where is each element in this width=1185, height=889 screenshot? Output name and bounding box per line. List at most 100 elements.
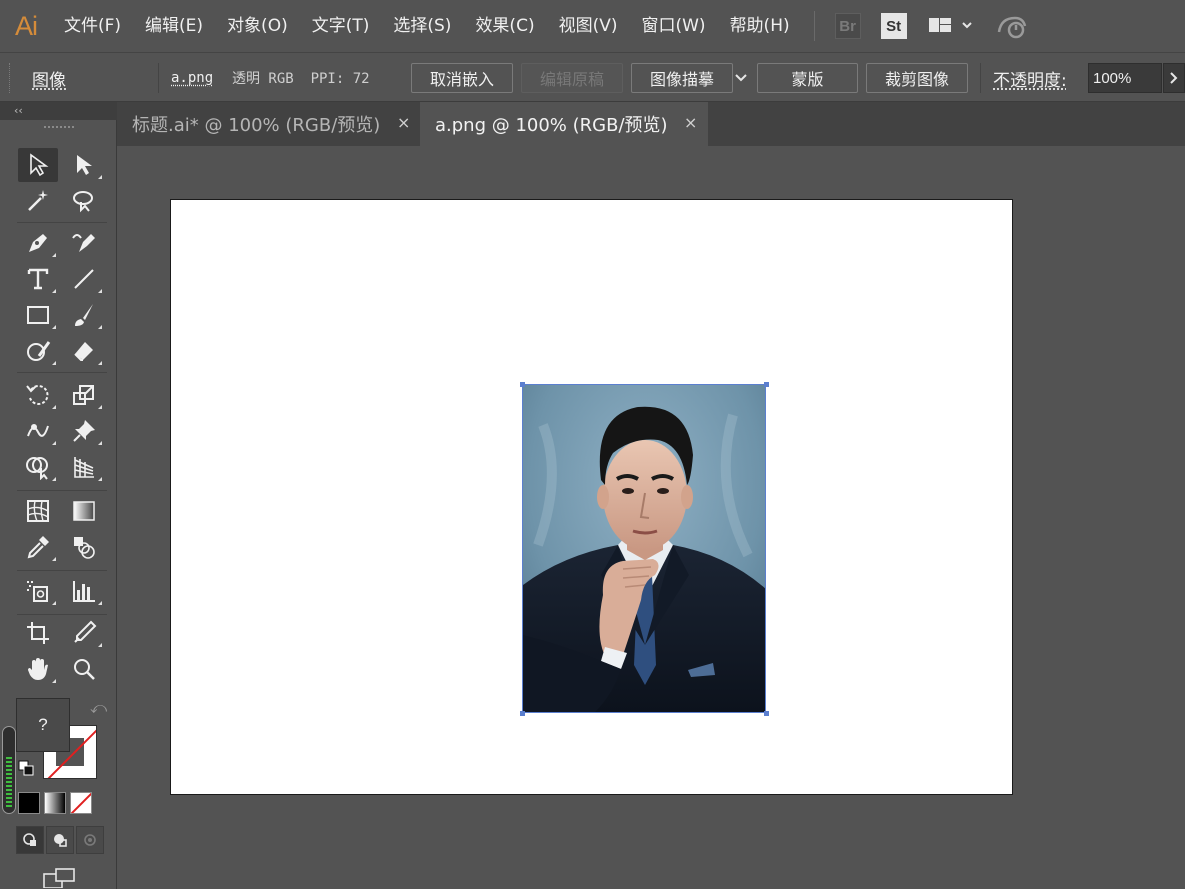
menu-effect[interactable]: 效果(C): [463, 0, 546, 52]
lasso-tool[interactable]: [64, 184, 104, 218]
eyedropper-tool[interactable]: [18, 530, 58, 564]
selection-tool[interactable]: [18, 148, 58, 182]
magic-wand-tool[interactable]: [18, 184, 58, 218]
crop-image-button[interactable]: 裁剪图像: [866, 63, 968, 93]
rotate-tool[interactable]: [18, 378, 58, 412]
drawing-modes: [16, 826, 104, 854]
control-divider: [158, 63, 159, 93]
pushpin-icon: [73, 420, 95, 442]
collapse-icon[interactable]: ‹‹: [14, 104, 23, 117]
perspective-grid-icon: [74, 457, 94, 478]
warp-tool[interactable]: [18, 414, 58, 448]
file-name-link[interactable]: a.png: [171, 53, 213, 103]
sync-icon[interactable]: [995, 13, 1029, 39]
eyedropper-icon: [27, 536, 49, 559]
workspace-layout-icon[interactable]: [927, 13, 975, 39]
zoom-tool[interactable]: [64, 652, 104, 686]
direct-selection-tool[interactable]: [64, 148, 104, 182]
gradient-mode-button[interactable]: [44, 792, 66, 814]
control-bar: 图像 a.png 透明 RGB PPI: 72 取消嵌入 编辑原稿 图像描摹 蒙…: [0, 52, 1185, 102]
menu-file[interactable]: 文件(F): [52, 0, 133, 52]
shaper-tool[interactable]: [18, 334, 58, 368]
menu-window[interactable]: 窗口(W): [629, 0, 717, 52]
puppet-warp-tool[interactable]: [64, 414, 104, 448]
mesh-tool[interactable]: [18, 494, 58, 528]
perspective-grid-tool[interactable]: [64, 450, 104, 484]
column-graph-tool[interactable]: [64, 574, 104, 608]
type-tool[interactable]: [18, 262, 58, 296]
artboard[interactable]: [170, 199, 1013, 795]
image-trace-button[interactable]: 图像描摹: [631, 63, 733, 93]
menu-view[interactable]: 视图(V): [547, 0, 630, 52]
selection-handle[interactable]: [520, 382, 525, 387]
tab-label: a.png @ 100% (RGB/预览): [435, 115, 668, 136]
unembed-button[interactable]: 取消嵌入: [411, 63, 513, 93]
fill-stroke-widget: ? ⤺: [16, 698, 107, 788]
color-mode-button[interactable]: [18, 792, 40, 814]
draw-normal-button[interactable]: [16, 826, 44, 854]
close-icon[interactable]: ×: [684, 113, 697, 132]
symbol-sprayer-tool[interactable]: [18, 574, 58, 608]
gradient-tool[interactable]: [64, 494, 104, 528]
line-segment-tool[interactable]: [64, 262, 104, 296]
curvature-tool[interactable]: [64, 226, 104, 260]
slice-tool[interactable]: [64, 616, 104, 650]
draw-behind-button[interactable]: [46, 826, 74, 854]
eraser-icon: [74, 342, 93, 361]
slice-knife-icon: [74, 620, 97, 643]
mask-button[interactable]: 蒙版: [757, 63, 858, 93]
canvas-workspace[interactable]: [117, 146, 1185, 889]
menu-items: 文件(F) 编辑(E) 对象(O) 文字(T) 选择(S) 效果(C) 视图(V…: [52, 0, 802, 52]
control-bar-grip[interactable]: [9, 63, 12, 93]
scale-tool[interactable]: [64, 378, 104, 412]
lasso-icon: [73, 191, 93, 213]
paintbrush-tool[interactable]: [64, 298, 104, 332]
menu-help[interactable]: 帮助(H): [718, 0, 802, 52]
object-type-label[interactable]: 图像: [32, 53, 66, 103]
menu-type[interactable]: 文字(T): [300, 0, 382, 52]
image-trace-dropdown[interactable]: [733, 53, 749, 103]
tab-title-ai[interactable]: 标题.ai* @ 100% (RGB/预览) ×: [117, 102, 420, 146]
rectangle-tool[interactable]: [18, 298, 58, 332]
default-fill-stroke-icon[interactable]: [18, 760, 34, 776]
tools-panel-grip[interactable]: [44, 126, 74, 130]
tab-a-png[interactable]: a.png @ 100% (RGB/预览) ×: [420, 102, 708, 146]
image-info: 透明 RGB PPI: 72: [232, 71, 370, 87]
blend-icon: [74, 537, 95, 559]
opacity-expand-button[interactable]: [1163, 63, 1185, 93]
none-mode-button[interactable]: [70, 792, 92, 814]
swap-fill-stroke-icon[interactable]: ⤺: [90, 698, 107, 718]
selection-handle[interactable]: [764, 711, 769, 716]
portrait-photo: [523, 385, 765, 712]
draw-behind-icon: [54, 834, 67, 847]
hand-tool[interactable]: [18, 652, 58, 686]
tab-label: 标题.ai* @ 100% (RGB/预览): [132, 115, 381, 136]
bridge-icon[interactable]: Br: [834, 13, 861, 39]
opacity-input[interactable]: 100%: [1088, 63, 1162, 93]
screen-mode-icon[interactable]: [42, 868, 78, 888]
rotate-icon: [26, 385, 49, 405]
draw-inside-button[interactable]: [76, 826, 104, 854]
mesh-icon: [27, 500, 49, 522]
fill-swatch[interactable]: ?: [16, 698, 70, 752]
artboard-tool[interactable]: [18, 616, 58, 650]
chevron-down-icon: [735, 74, 747, 82]
selection-handle[interactable]: [520, 711, 525, 716]
menu-object[interactable]: 对象(O): [215, 0, 300, 52]
edit-original-button[interactable]: 编辑原稿: [521, 63, 623, 93]
menu-select[interactable]: 选择(S): [381, 0, 463, 52]
direct-selection-arrow-icon: [77, 155, 92, 175]
hand-icon: [28, 658, 48, 680]
menu-edit[interactable]: 编辑(E): [133, 0, 215, 52]
placed-image[interactable]: [522, 384, 766, 713]
blend-tool[interactable]: [64, 530, 104, 564]
shape-builder-icon: [26, 457, 48, 480]
pen-tool[interactable]: [18, 226, 58, 260]
selection-handle[interactable]: [764, 382, 769, 387]
warp-icon: [27, 424, 49, 437]
opacity-label[interactable]: 不透明度:: [993, 53, 1067, 103]
eraser-tool[interactable]: [64, 334, 104, 368]
stock-icon[interactable]: St: [880, 13, 907, 39]
shape-builder-tool[interactable]: [18, 450, 58, 484]
close-icon[interactable]: ×: [397, 113, 410, 132]
